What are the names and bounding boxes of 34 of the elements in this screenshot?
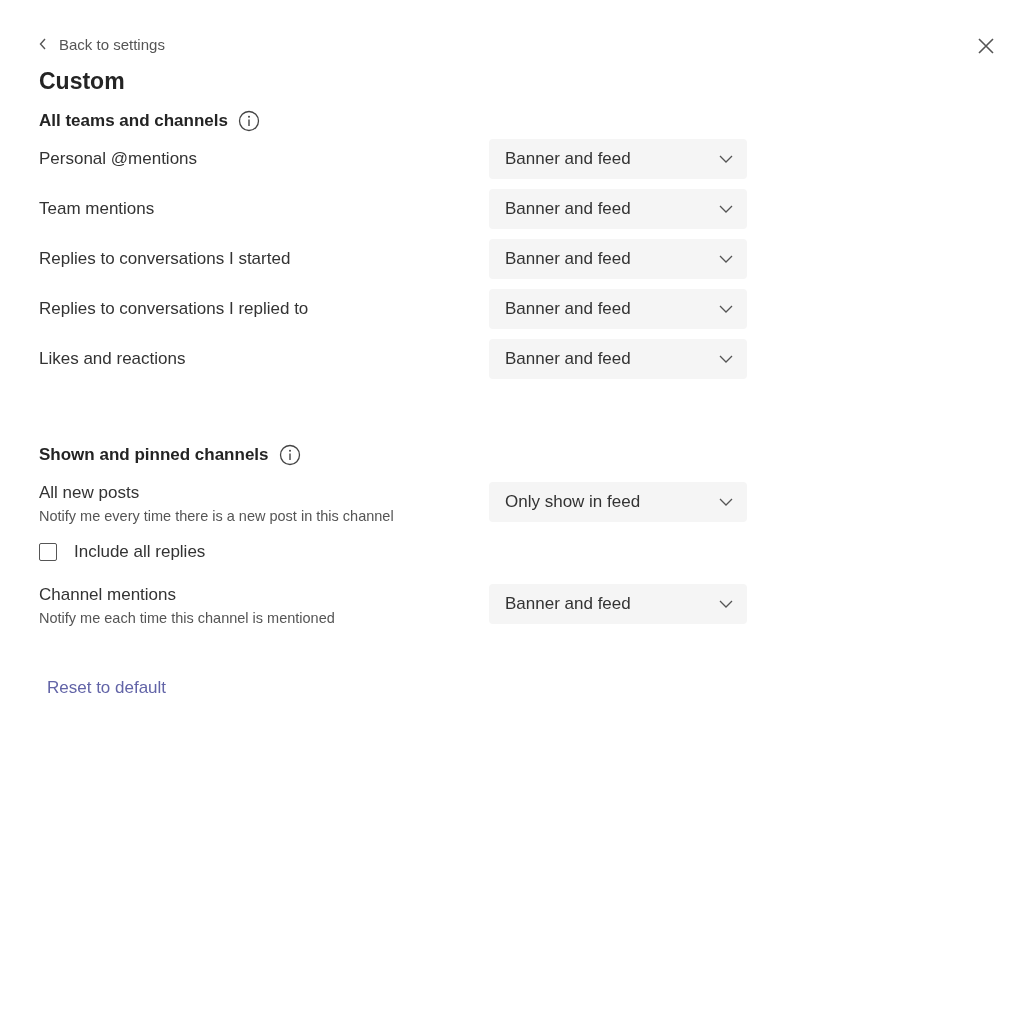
info-icon[interactable] <box>278 444 301 466</box>
notification-dropdown[interactable]: Banner and feed <box>489 139 747 179</box>
chevron-left-icon <box>39 38 47 50</box>
notification-dropdown[interactable]: Banner and feed <box>489 189 747 229</box>
chevron-down-icon <box>719 205 733 213</box>
setting-label: Team mentions <box>39 198 155 220</box>
setting-label: All new posts <box>39 482 141 504</box>
close-icon[interactable] <box>977 37 995 55</box>
section-heading: Shown and pinned channels <box>39 445 269 465</box>
chevron-down-icon <box>719 600 733 608</box>
setting-description: Notify me each time this channel is mentioned <box>39 610 335 626</box>
setting-label: Personal @mentions <box>39 148 198 170</box>
setting-label: Likes and reactions <box>39 348 186 370</box>
chevron-down-icon <box>719 498 733 506</box>
notification-dropdown[interactable]: Banner and feed <box>489 339 747 379</box>
setting-description: Notify me every time there is a new post in this channel <box>39 508 394 524</box>
setting-label: Replies to conversations I replied to <box>39 298 309 320</box>
notification-dropdown[interactable]: Banner and feed <box>489 239 747 279</box>
info-icon[interactable] <box>237 110 260 132</box>
setting-label: Replies to conversations I started <box>39 248 291 270</box>
notification-dropdown[interactable]: Banner and feed <box>489 289 747 329</box>
back-link[interactable]: Back to settings <box>39 34 165 54</box>
notification-dropdown[interactable]: Banner and feed <box>489 584 747 624</box>
chevron-down-icon <box>719 255 733 263</box>
page-title: Custom <box>39 67 126 96</box>
section-heading: All teams and channels <box>39 111 228 131</box>
checkbox[interactable] <box>39 543 57 561</box>
chevron-down-icon <box>719 355 733 363</box>
reset-link[interactable]: Reset to default <box>47 678 167 698</box>
chevron-down-icon <box>719 155 733 163</box>
checkbox-label: Include all replies <box>74 542 206 562</box>
chevron-down-icon <box>719 305 733 313</box>
setting-label: Channel mentions <box>39 584 178 606</box>
notification-dropdown[interactable]: Only show in feed <box>489 482 747 522</box>
